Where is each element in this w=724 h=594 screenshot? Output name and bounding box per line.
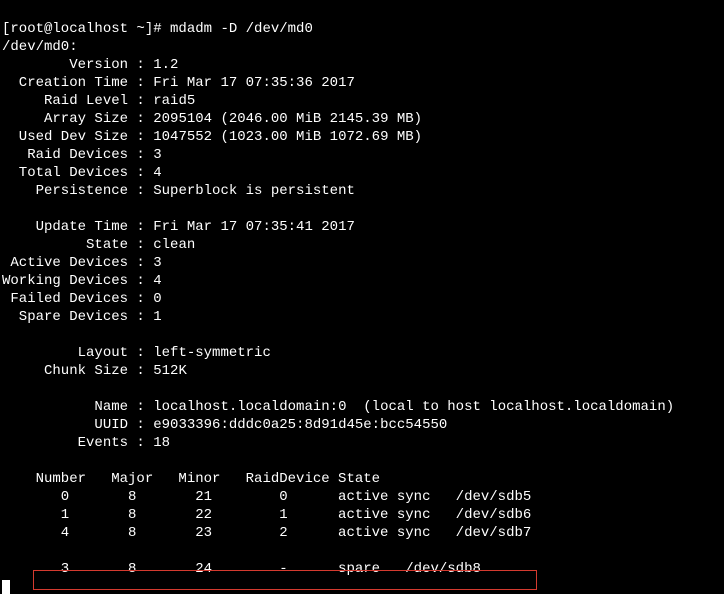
value-array-size: 2095104 (2046.00 MiB 2145.39 MB): [153, 111, 422, 127]
table-row: 0 8 21 0 active sync /dev/sdb5: [2, 489, 531, 505]
label-working-devices: Working Devices :: [2, 273, 153, 289]
value-creation-time: Fri Mar 17 07:35:36 2017: [153, 75, 355, 91]
value-active-devices: 3: [153, 255, 161, 271]
value-used-dev-size: 1047552 (1023.00 MiB 1072.69 MB): [153, 129, 422, 145]
value-events: 18: [153, 435, 170, 451]
value-total-devices: 4: [153, 165, 161, 181]
label-raid-devices: Raid Devices :: [2, 147, 153, 163]
value-update-time: Fri Mar 17 07:35:41 2017: [153, 219, 355, 235]
label-update-time: Update Time :: [2, 219, 153, 235]
label-raid-level: Raid Level :: [2, 93, 153, 109]
value-chunk-size: 512K: [153, 363, 187, 379]
label-total-devices: Total Devices :: [2, 165, 153, 181]
value-version: 1.2: [153, 57, 178, 73]
label-active-devices: Active Devices :: [2, 255, 153, 271]
device-line: /dev/md0:: [2, 39, 78, 55]
value-working-devices: 4: [153, 273, 161, 289]
label-persistence: Persistence :: [2, 183, 153, 199]
command: mdadm -D /dev/md0: [170, 21, 313, 37]
value-failed-devices: 0: [153, 291, 161, 307]
table-row: 1 8 22 1 active sync /dev/sdb6: [2, 507, 531, 523]
value-state: clean: [153, 237, 203, 253]
value-name: localhost.localdomain:0 (local to host l…: [153, 399, 674, 415]
label-array-size: Array Size :: [2, 111, 153, 127]
cursor-icon: [2, 580, 10, 594]
value-raid-level: raid5: [153, 93, 195, 109]
table-row-spare: 3 8 24 - spare /dev/sdb8: [2, 561, 481, 577]
label-used-dev-size: Used Dev Size :: [2, 129, 153, 145]
label-creation-time: Creation Time :: [2, 75, 153, 91]
label-name: Name :: [2, 399, 153, 415]
label-uuid: UUID :: [2, 417, 153, 433]
prompt: [root@localhost ~]#: [2, 21, 170, 37]
value-uuid: e9033396:dddc0a25:8d91d45e:bcc54550: [153, 417, 447, 433]
label-state: State :: [2, 237, 153, 253]
value-persistence: Superblock is persistent: [153, 183, 355, 199]
device-table-header: Number Major Minor RaidDevice State: [2, 471, 380, 487]
label-events: Events :: [2, 435, 153, 451]
label-spare-devices: Spare Devices :: [2, 309, 153, 325]
value-spare-devices: 1: [153, 309, 161, 325]
label-failed-devices: Failed Devices :: [2, 291, 153, 307]
value-raid-devices: 3: [153, 147, 161, 163]
terminal-output[interactable]: [root@localhost ~]# mdadm -D /dev/md0 /d…: [0, 0, 724, 594]
label-layout: Layout :: [2, 345, 153, 361]
value-layout: left-symmetric: [153, 345, 271, 361]
table-row: 4 8 23 2 active sync /dev/sdb7: [2, 525, 531, 541]
label-chunk-size: Chunk Size :: [2, 363, 153, 379]
label-version: Version :: [2, 57, 153, 73]
